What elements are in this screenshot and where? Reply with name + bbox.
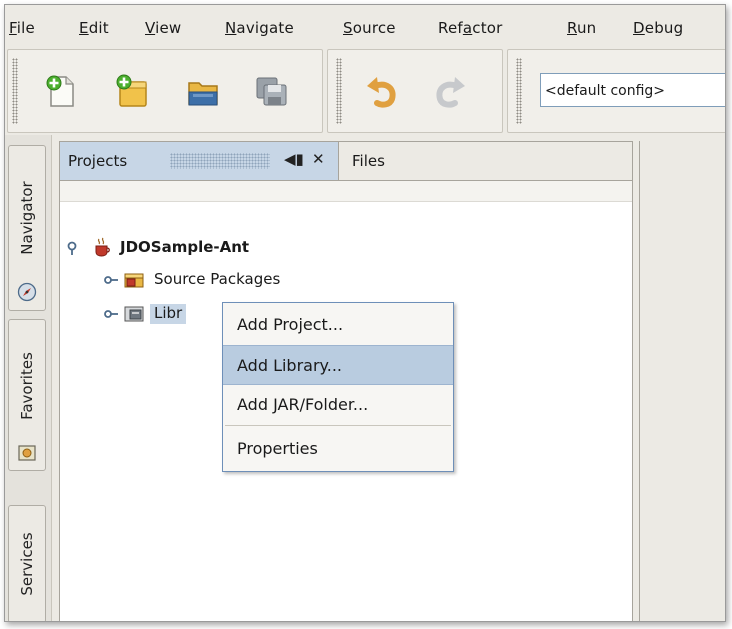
menu-item-add-project[interactable]: Add Project... bbox=[223, 305, 453, 343]
new-file-icon[interactable] bbox=[42, 72, 80, 110]
tab-files[interactable]: Files bbox=[352, 152, 385, 170]
toolbar-grip[interactable] bbox=[336, 58, 342, 124]
toolbar: <default config> bbox=[5, 49, 725, 135]
source-packages-icon bbox=[124, 273, 144, 288]
side-tab-services-label: Services bbox=[18, 532, 36, 596]
editor-area bbox=[639, 141, 725, 621]
menu-run[interactable]: Run bbox=[567, 19, 596, 37]
toolbar-grip[interactable] bbox=[12, 58, 18, 124]
menu-edit[interactable]: Edit bbox=[79, 19, 109, 37]
new-project-icon[interactable] bbox=[112, 72, 150, 110]
expand-handle-icon[interactable] bbox=[66, 241, 80, 255]
favorites-icon bbox=[18, 445, 36, 461]
source-packages-label: Source Packages bbox=[154, 270, 281, 288]
panel-toolbar-strip bbox=[60, 181, 632, 202]
side-tab-favorites[interactable]: Favorites bbox=[8, 319, 46, 471]
side-tab-navigator[interactable]: Navigator bbox=[8, 145, 46, 311]
side-tab-services[interactable]: Services bbox=[8, 505, 46, 621]
tab-projects[interactable]: Projects ◀▮ ✕ bbox=[60, 142, 339, 180]
libraries-label: Libr bbox=[150, 304, 187, 324]
menu-separator bbox=[225, 425, 451, 426]
menu-debug[interactable]: Debug bbox=[633, 19, 683, 37]
undo-icon[interactable] bbox=[362, 72, 400, 110]
open-project-icon[interactable] bbox=[184, 72, 222, 110]
close-icon[interactable]: ✕ bbox=[312, 150, 325, 168]
expand-handle-icon[interactable] bbox=[104, 307, 118, 321]
menu-file[interactable]: File bbox=[9, 19, 35, 37]
tab-grip[interactable] bbox=[170, 153, 270, 169]
redo-icon[interactable] bbox=[432, 72, 470, 110]
side-tab-favorites-label: Favorites bbox=[18, 352, 36, 420]
menu-navigate[interactable]: Navigate bbox=[225, 19, 294, 37]
toolbar-grip[interactable] bbox=[516, 58, 522, 124]
project-name: JDOSample-Ant bbox=[120, 238, 250, 256]
save-all-icon[interactable] bbox=[252, 72, 290, 110]
expand-handle-icon[interactable] bbox=[104, 273, 118, 287]
compass-icon bbox=[17, 282, 37, 302]
project-coffee-icon bbox=[95, 237, 110, 257]
libraries-icon bbox=[124, 306, 144, 322]
menu-refactor[interactable]: Refactor bbox=[438, 19, 503, 37]
menu-item-properties[interactable]: Properties bbox=[223, 429, 453, 467]
side-tab-strip: Navigator Favorites Services bbox=[5, 135, 52, 621]
toolbar-group-edit bbox=[327, 49, 503, 133]
panel-tabs: Projects ◀▮ ✕ Files bbox=[60, 142, 632, 181]
toolbar-group-file bbox=[7, 49, 323, 133]
menu-item-add-jar-folder[interactable]: Add JAR/Folder... bbox=[223, 385, 453, 423]
menu-item-add-library[interactable]: Add Library... bbox=[223, 345, 453, 385]
library-context-menu: Add Project... Add Library... Add JAR/Fo… bbox=[222, 302, 454, 472]
side-tab-navigator-label: Navigator bbox=[18, 181, 36, 255]
menu-bar: File Edit View Navigate Source Refactor … bbox=[5, 5, 725, 45]
tab-projects-label: Projects bbox=[68, 152, 128, 170]
menu-view[interactable]: View bbox=[145, 19, 181, 37]
config-select[interactable]: <default config> bbox=[540, 73, 725, 107]
minimize-icon[interactable]: ◀▮ bbox=[284, 150, 304, 168]
menu-source[interactable]: Source bbox=[343, 19, 396, 37]
